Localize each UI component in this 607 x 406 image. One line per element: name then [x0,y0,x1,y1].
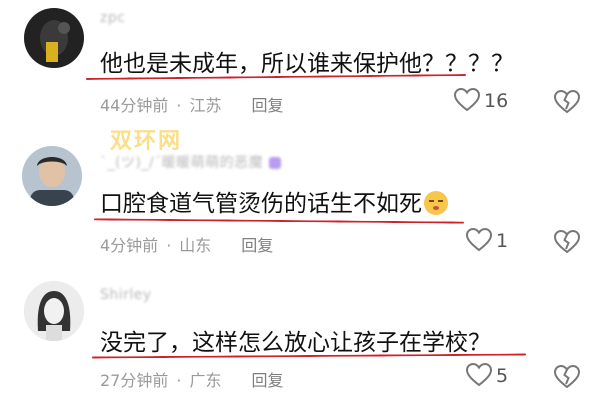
username[interactable]: zpc [100,10,125,26]
like-button[interactable]: 1 [465,227,509,252]
meta-separator: · [176,371,182,390]
red-underline [93,218,465,224]
emoji-icon [424,191,448,215]
avatar[interactable] [24,281,84,341]
comment-text-content: 口腔食道气管烫伤的话生不如死 [100,191,422,217]
comment-text: 他也是未成年，所以谁来保护他？？？？ [100,51,514,77]
like-button[interactable]: 5 [465,362,509,387]
username-text: ˋ_(ツ)_/ˊ暖暖萌萌的恶魔 [100,155,264,171]
dislike-button[interactable] [553,364,581,393]
avatar-image [24,8,84,68]
comment-location: 江苏 [189,96,222,115]
comment-meta: 4分钟前 · 山东 回复 [100,232,273,256]
comment-location: 广东 [189,371,222,390]
comment-meta: 44分钟前 · 江苏 回复 [100,92,284,116]
broken-heart-icon [553,89,581,114]
watermark: 双环网 [110,129,183,154]
broken-heart-icon [553,364,581,389]
username[interactable]: ˋ_(ツ)_/ˊ暖暖萌萌的恶魔 [100,152,282,172]
meta-separator: · [176,96,182,115]
like-count: 5 [496,365,509,387]
username[interactable]: Shirley [100,287,152,303]
comment-meta: 27分钟前 · 广东 回复 [100,367,284,391]
meta-separator: · [166,236,172,255]
like-count: 16 [484,90,509,112]
avatar[interactable] [24,8,84,68]
dislike-button[interactable] [553,229,581,258]
avatar-image [24,281,84,341]
comment-text: 口腔食道气管烫伤的话生不如死 [100,184,448,218]
badge-icon [269,157,282,169]
like-count: 1 [496,230,509,252]
comment-time: 4分钟前 [100,236,159,255]
reply-button[interactable]: 回复 [251,96,283,115]
heart-icon [453,87,481,112]
avatar-image [22,146,82,206]
comment-text: 没完了，这样怎么放心让孩子在学校？ [100,330,491,356]
dislike-button[interactable] [553,89,581,118]
reply-button[interactable]: 回复 [241,236,273,255]
comment-time: 44分钟前 [100,96,169,115]
heart-icon [465,362,493,387]
broken-heart-icon [553,229,581,254]
comment-time: 27分钟前 [100,371,169,390]
avatar[interactable] [22,146,82,206]
like-button[interactable]: 16 [453,87,509,112]
reply-button[interactable]: 回复 [251,371,283,390]
heart-icon [465,227,493,252]
comment-location: 山东 [179,236,212,255]
